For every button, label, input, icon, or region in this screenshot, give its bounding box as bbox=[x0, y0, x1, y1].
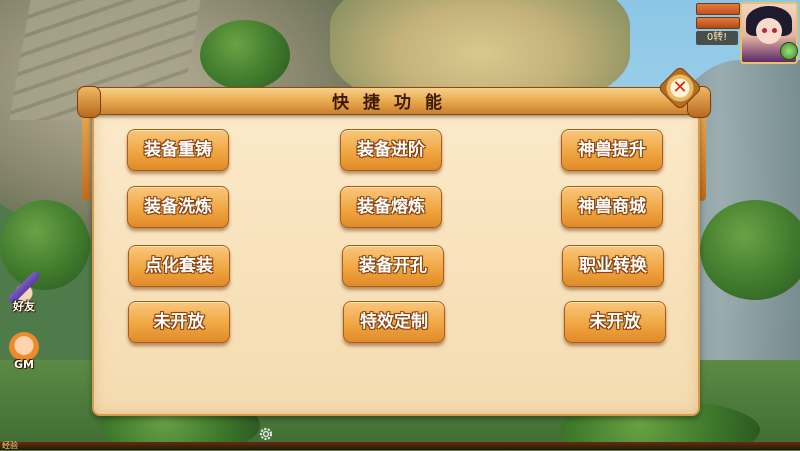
quick-function-panel: 快捷功能 装备重铸 装备进阶 神兽提升 装备洗炼 装备熔炼 神兽商城 点化套装 … bbox=[77, 83, 711, 418]
friends-button[interactable]: 好友 bbox=[4, 272, 44, 314]
mp-bar bbox=[696, 17, 740, 29]
rebirth-level: 0转! bbox=[696, 31, 738, 45]
player-hud: 0转! bbox=[696, 0, 800, 64]
xp-label: 经验 bbox=[2, 441, 18, 450]
effect-custom-button[interactable]: 特效定制 bbox=[343, 301, 445, 343]
xp-bar bbox=[0, 442, 800, 450]
equip-smelt-button[interactable]: 装备熔炼 bbox=[340, 186, 442, 228]
hp-bar bbox=[696, 3, 740, 15]
tree bbox=[200, 20, 290, 90]
gear-icon[interactable] bbox=[258, 426, 274, 442]
portrait-eye bbox=[772, 28, 777, 33]
tree bbox=[700, 200, 800, 300]
equip-socket-button[interactable]: 装备开孔 bbox=[342, 245, 444, 287]
equip-reforge-button[interactable]: 装备重铸 bbox=[127, 129, 229, 171]
panel-title: 快捷功能 bbox=[332, 93, 456, 113]
class-change-button[interactable]: 职业转换 bbox=[562, 245, 664, 287]
close-x-glyph: ✕ bbox=[672, 77, 688, 98]
portrait-face bbox=[756, 18, 782, 44]
portrait-eye bbox=[762, 28, 767, 33]
locked-slot-button[interactable]: 未开放 bbox=[128, 301, 230, 343]
tassel-left bbox=[82, 111, 90, 201]
beast-shop-button[interactable]: 神兽商城 bbox=[561, 186, 663, 228]
beast-upgrade-button[interactable]: 神兽提升 bbox=[561, 129, 663, 171]
gm-button[interactable]: GM bbox=[4, 332, 44, 371]
buff-gem-icon[interactable] bbox=[780, 42, 798, 60]
enchant-set-button[interactable]: 点化套装 bbox=[128, 245, 230, 287]
equip-advance-button[interactable]: 装备进阶 bbox=[340, 129, 442, 171]
equip-refine-button[interactable]: 装备洗炼 bbox=[127, 186, 229, 228]
friends-label: 好友 bbox=[13, 300, 35, 313]
locked-slot-button[interactable]: 未开放 bbox=[564, 301, 666, 343]
gm-label: GM bbox=[14, 358, 34, 371]
